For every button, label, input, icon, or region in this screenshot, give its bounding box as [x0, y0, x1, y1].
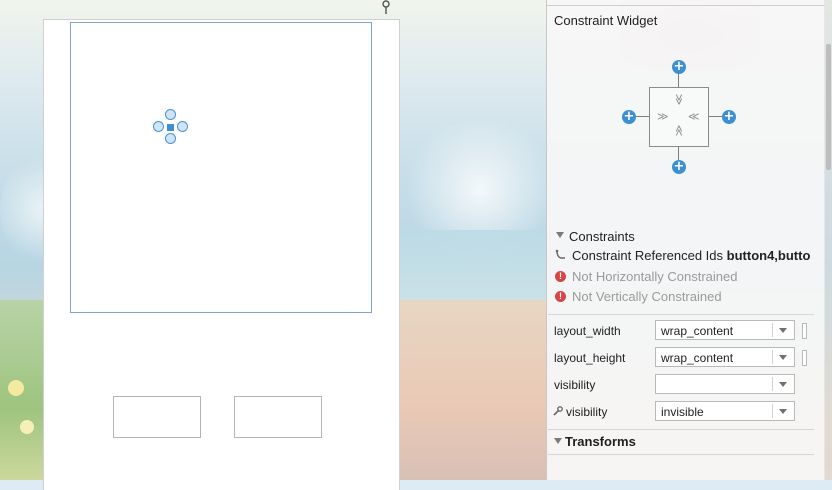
panel-scrollbar-thumb[interactable]	[826, 44, 831, 170]
pin-icon[interactable]	[381, 0, 391, 14]
layout-height-value: wrap_content	[661, 351, 734, 365]
wrench-icon	[553, 406, 563, 416]
add-bottom-constraint-plus-icon[interactable]: +	[672, 160, 686, 174]
left-anchor-handle[interactable]	[153, 121, 164, 132]
design-canvas[interactable]	[44, 20, 399, 490]
layout-height-extra-button[interactable]	[802, 350, 807, 366]
layout-height-dropdown[interactable]: wrap_content	[655, 347, 795, 367]
vertical-warning: Not Vertically Constrained	[572, 289, 722, 304]
vertical-size-bottom-icon[interactable]: ≪	[672, 125, 685, 137]
add-left-constraint-plus-icon[interactable]: +	[622, 110, 636, 124]
dropdown-arrow-icon	[779, 409, 787, 414]
layout-width-label: layout_width	[554, 324, 621, 338]
error-icon: !	[555, 291, 566, 302]
dropdown-arrow-icon	[779, 328, 787, 333]
add-top-constraint-plus-icon[interactable]: +	[672, 60, 686, 74]
layout-width-value: wrap_content	[661, 324, 734, 338]
dropdown-arrow-icon	[779, 382, 787, 387]
button-placeholder-left[interactable]	[113, 396, 201, 438]
referenced-ids-value: button4,butto	[726, 248, 811, 263]
visibility-label: visibility	[554, 378, 596, 392]
button-placeholder-right[interactable]	[234, 396, 322, 438]
add-right-constraint-plus-icon[interactable]: +	[722, 110, 736, 124]
horizontal-size-left-icon[interactable]: ≫	[657, 111, 669, 122]
constraint-widget-title: Constraint Widget	[554, 13, 658, 28]
error-icon: !	[555, 271, 566, 282]
referenced-ids-label: Constraint Referenced Ids	[572, 248, 724, 263]
tools-visibility-label: visibility	[566, 405, 608, 419]
bottom-anchor-handle[interactable]	[165, 133, 176, 144]
constraints-section-title[interactable]: Constraints	[569, 229, 635, 244]
dropdown-arrow-icon	[779, 355, 787, 360]
widget-center-handle[interactable]	[167, 124, 174, 131]
vertical-size-top-icon[interactable]: ≫	[672, 94, 685, 106]
top-anchor-handle[interactable]	[165, 109, 176, 120]
tools-visibility-dropdown[interactable]: invisible	[655, 401, 795, 421]
selected-constraint-helper[interactable]	[70, 22, 372, 313]
expand-triangle-icon[interactable]	[554, 438, 562, 444]
expand-triangle-icon[interactable]	[556, 232, 564, 238]
layout-height-label: layout_height	[554, 351, 626, 365]
section-divider	[548, 314, 814, 315]
chain-icon	[555, 249, 565, 259]
horizontal-size-right-icon[interactable]: ≪	[688, 111, 700, 122]
right-anchor-handle[interactable]	[177, 121, 188, 132]
layout-width-extra-button[interactable]	[802, 323, 807, 339]
tools-visibility-value: invisible	[661, 405, 704, 419]
transforms-section-title[interactable]: Transforms	[565, 434, 636, 449]
layout-width-dropdown[interactable]: wrap_content	[655, 320, 795, 340]
referenced-ids-row[interactable]: Constraint Referenced Ids button4,butto	[572, 248, 812, 263]
visibility-dropdown[interactable]	[655, 374, 795, 394]
horizontal-warning: Not Horizontally Constrained	[572, 269, 738, 284]
